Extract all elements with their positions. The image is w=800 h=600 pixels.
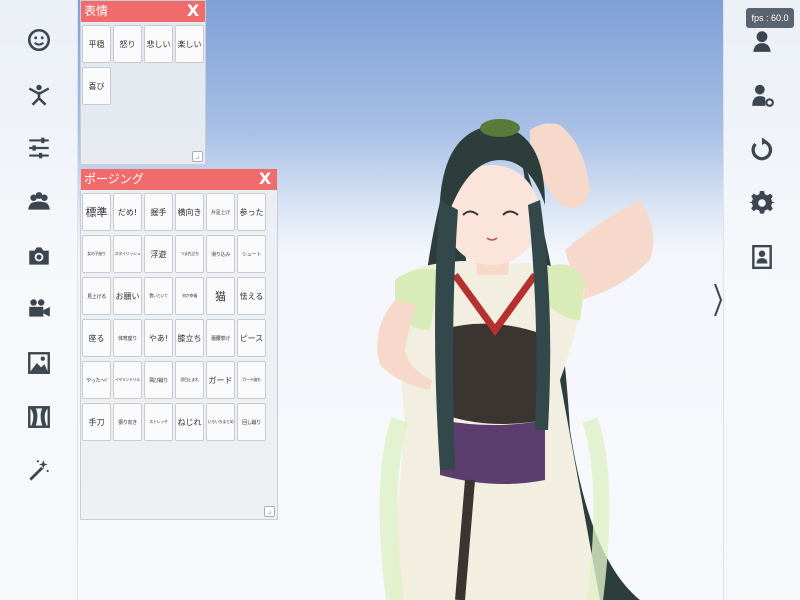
pose-button[interactable]: お願い xyxy=(113,277,142,315)
magic-wand-icon[interactable] xyxy=(26,458,52,484)
pose-button[interactable]: 振り向き xyxy=(113,403,142,441)
curtain-icon[interactable] xyxy=(26,404,52,430)
pose-button[interactable]: 置いといて xyxy=(144,277,173,315)
pose-button[interactable]: 手刀 xyxy=(82,403,111,441)
pose-button[interactable]: やった～! xyxy=(82,361,111,399)
expression-panel-header[interactable]: 表情 X xyxy=(81,1,205,22)
pose-button[interactable]: スタイリッシュ xyxy=(113,235,142,273)
pose-button[interactable]: 猫 xyxy=(206,277,235,315)
expression-panel: 表情 X 平穏 怒り 悲しい 楽しい 喜び ⌟ xyxy=(80,0,206,165)
pose-button[interactable]: 涙目止まれ xyxy=(175,361,204,399)
chevron-right-icon[interactable] xyxy=(712,280,724,320)
expression-button[interactable]: 喜び xyxy=(82,67,111,105)
expression-resize-handle[interactable]: ⌟ xyxy=(192,151,203,162)
pose-button[interactable]: ガード xyxy=(206,361,235,399)
pose-button[interactable]: いろいろまとめ xyxy=(206,403,235,441)
expression-button[interactable]: 悲しい xyxy=(144,25,173,63)
pose-button[interactable]: 体育座り xyxy=(113,319,142,357)
posing-close-button[interactable]: X xyxy=(256,170,274,188)
pose-button[interactable]: 怯える xyxy=(237,277,266,315)
pose-button[interactable]: 飛び蹴り xyxy=(144,361,173,399)
pose-button[interactable]: 何か幸福 xyxy=(175,277,204,315)
person-settings-icon[interactable] xyxy=(749,82,775,108)
person-bust-icon[interactable] xyxy=(749,28,775,54)
left-toolbar xyxy=(0,0,78,600)
pose-button[interactable]: 滑り込み xyxy=(206,235,235,273)
pose-button[interactable]: だめ! xyxy=(113,193,142,231)
group-icon[interactable] xyxy=(26,188,52,214)
pose-button[interactable]: 片足上げ xyxy=(206,193,235,231)
pose-button[interactable]: 座る xyxy=(82,319,111,357)
pose-button[interactable]: 握手 xyxy=(144,193,173,231)
pose-button[interactable]: 女の子座り xyxy=(82,235,111,273)
pose-button[interactable]: 横向き xyxy=(175,193,204,231)
gear-icon[interactable] xyxy=(749,190,775,216)
pose-button[interactable]: シュート xyxy=(237,235,266,273)
posing-resize-handle[interactable]: ⌟ xyxy=(264,506,275,517)
expression-button[interactable]: 怒り xyxy=(113,25,142,63)
pose-button[interactable]: つま先立ち xyxy=(175,235,204,273)
pose-button[interactable]: 浮遊 xyxy=(144,235,173,273)
right-toolbar xyxy=(723,0,800,600)
pose-button[interactable]: 参った xyxy=(237,193,266,231)
posing-panel-header[interactable]: ポージング X xyxy=(81,169,277,190)
image-icon[interactable] xyxy=(26,350,52,376)
fps-counter: fps : 60.0 xyxy=(746,8,794,28)
pose-button[interactable]: イヤ×ンドリル xyxy=(113,361,142,399)
posing-panel-title: ポージング xyxy=(84,172,144,186)
portrait-icon[interactable] xyxy=(749,244,775,270)
expression-close-button[interactable]: X xyxy=(184,2,202,20)
expression-panel-title: 表情 xyxy=(84,4,109,18)
pose-button[interactable]: ねじれ xyxy=(175,403,204,441)
pose-button[interactable]: 標準 xyxy=(82,193,111,231)
pose-button[interactable]: 膝立ち xyxy=(175,319,204,357)
pose-button[interactable]: ガード崩れ xyxy=(237,361,266,399)
face-icon[interactable] xyxy=(26,27,52,53)
pose-button[interactable]: やあ! xyxy=(144,319,173,357)
pose-button[interactable]: ピース xyxy=(237,319,266,357)
pose-icon[interactable] xyxy=(26,82,52,108)
expression-button[interactable]: 楽しい xyxy=(175,25,204,63)
posing-panel: ポージング X 標準 だめ! 握手 横向き 片足上げ 参った 女の子座り スタイ… xyxy=(80,168,278,520)
sliders-icon[interactable] xyxy=(26,135,52,161)
reset-icon[interactable] xyxy=(749,137,775,163)
pose-button[interactable]: 回し蹴り xyxy=(237,403,266,441)
pose-button[interactable]: 蕾腰挙げ xyxy=(206,319,235,357)
camera-icon[interactable] xyxy=(26,243,52,269)
expression-button[interactable]: 平穏 xyxy=(82,25,111,63)
pose-button[interactable]: ストレッチ xyxy=(144,403,173,441)
video-camera-icon[interactable] xyxy=(26,296,52,322)
pose-button[interactable]: 見上げる xyxy=(82,277,111,315)
